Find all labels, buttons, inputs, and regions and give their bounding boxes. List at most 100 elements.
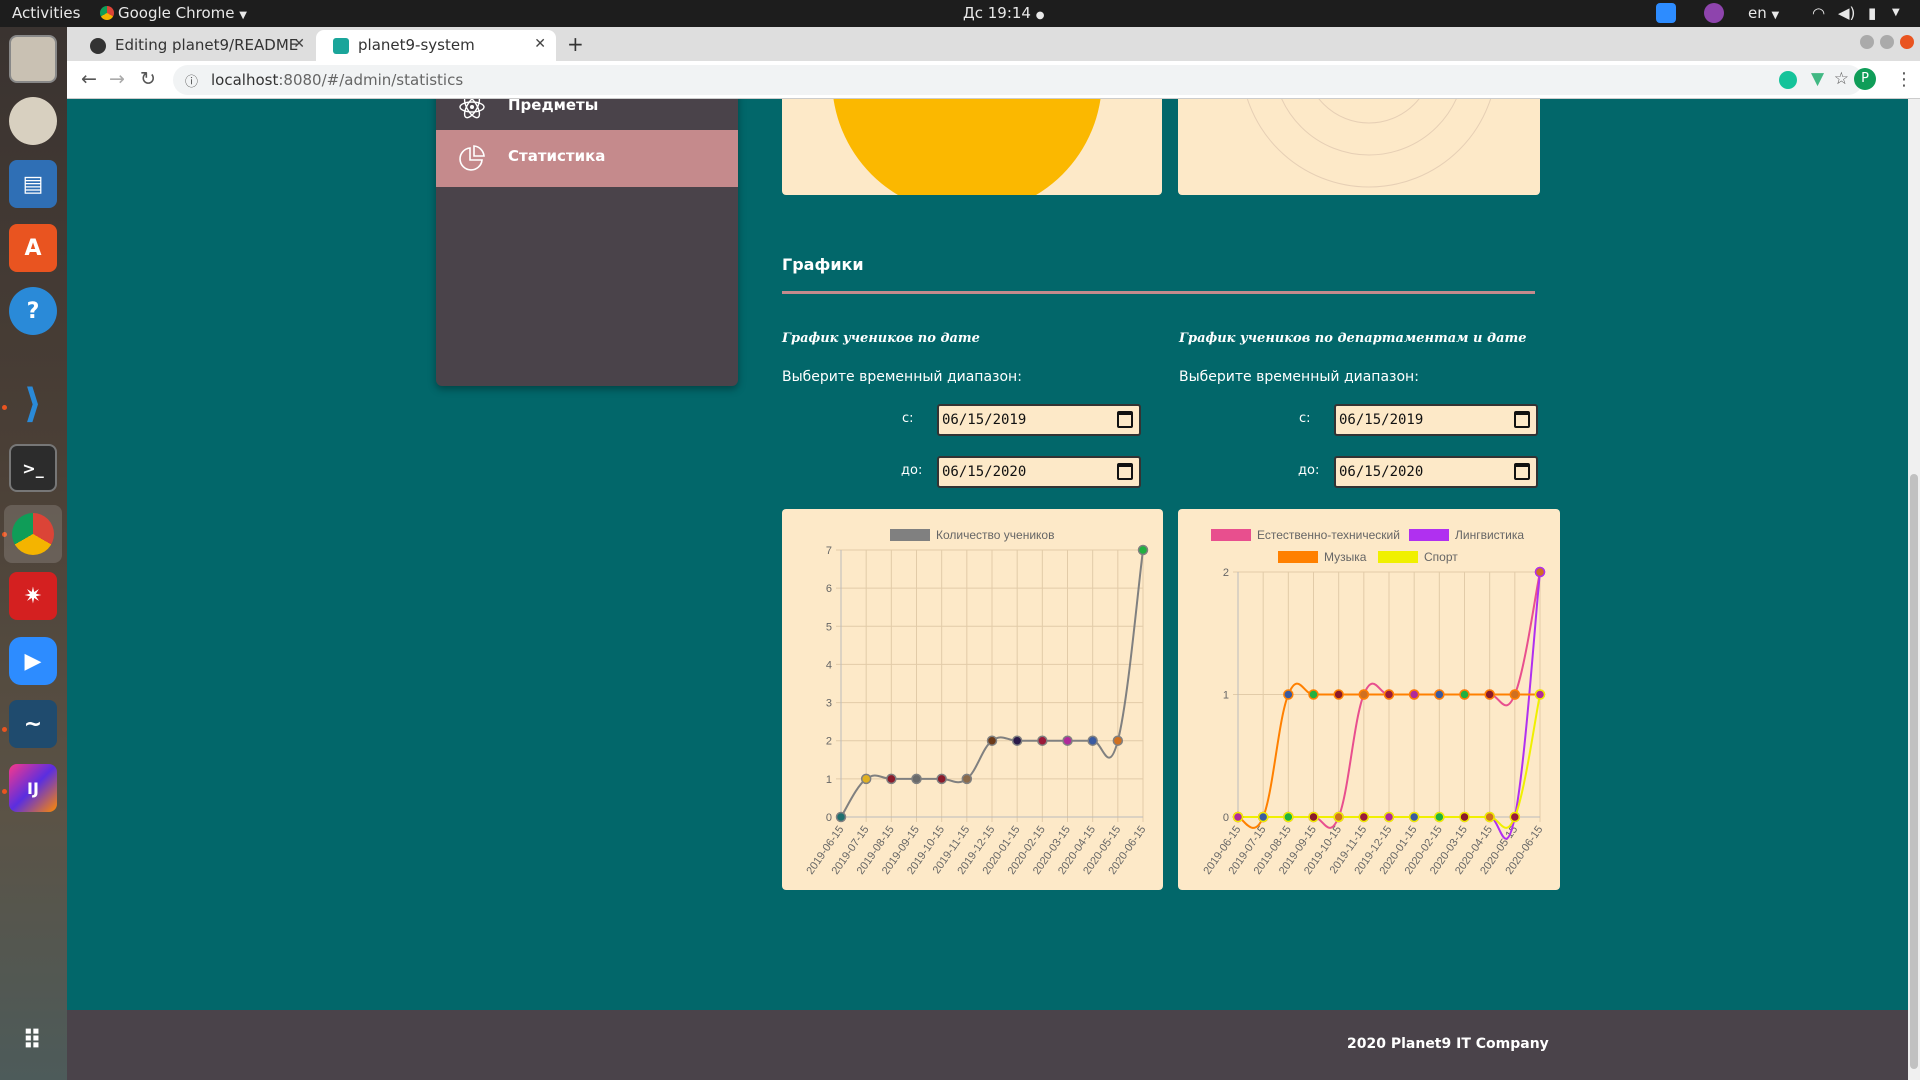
chart2-from-date-input[interactable]: 06/15/2019 xyxy=(1334,404,1538,436)
mysql-workbench-icon[interactable]: ~ xyxy=(9,700,57,748)
chart1-to-date-input[interactable]: 06/15/2020 xyxy=(937,456,1141,488)
footer-copyright: 2020 Planet9 IT Company xyxy=(1347,1036,1549,1052)
data-point xyxy=(1459,689,1470,700)
data-point xyxy=(1062,735,1073,746)
language-label: en xyxy=(1748,4,1767,22)
caret-down-icon: ▼ xyxy=(1771,10,1780,21)
legend-label: Спорт xyxy=(1424,550,1458,564)
data-point xyxy=(1011,735,1023,746)
data-point xyxy=(1283,689,1294,700)
legend-swatch xyxy=(1378,551,1418,563)
forward-icon[interactable]: → xyxy=(109,68,125,90)
close-icon[interactable]: ✕ xyxy=(293,36,305,52)
sidebar-item-label: Статистика xyxy=(508,147,606,165)
sidebar-item-statistics[interactable]: Статистика xyxy=(436,130,738,187)
planet9-favicon-icon xyxy=(333,38,349,54)
data-point xyxy=(1232,811,1244,823)
data-point xyxy=(860,773,872,785)
chart2-range-prompt: Выберите временный диапазон: xyxy=(1179,369,1419,385)
data-point xyxy=(1534,689,1546,700)
chart2-card: 0 1 2 2019-06-15 2019-07-15 2019-08-15 2019-09… xyxy=(1178,509,1560,890)
chart1-from-date-input[interactable]: 06/15/2019 xyxy=(937,404,1141,436)
data-point xyxy=(1509,811,1521,823)
software-center-icon[interactable]: A xyxy=(9,224,57,272)
address-bar[interactable]: ⓘ localhost:8080/#/admin/statistics ☆ xyxy=(173,65,1863,95)
activities-button[interactable]: Activities xyxy=(12,4,80,22)
y-tick-label: 2 xyxy=(826,736,832,748)
zoom-dock-icon[interactable]: ▶ xyxy=(9,637,57,685)
system-top-bar: Activities Google Chrome ▼ Дс 19:14 ● en… xyxy=(0,0,1920,27)
chrome-menu-icon[interactable]: ⋮ xyxy=(1895,69,1913,90)
system-menu-caret-icon[interactable]: ▼ xyxy=(1892,7,1900,18)
y-tick-label: 5 xyxy=(826,621,832,633)
data-point xyxy=(1087,735,1098,746)
clock[interactable]: Дс 19:14 ● xyxy=(963,4,1044,22)
y-tick-label: 0 xyxy=(826,812,832,824)
close-icon[interactable]: ✕ xyxy=(534,36,546,52)
data-point xyxy=(1257,811,1269,823)
legend-label: Музыка xyxy=(1324,550,1367,564)
data-point xyxy=(1358,811,1370,823)
info-icon: ⓘ xyxy=(185,75,199,90)
data-point xyxy=(1308,689,1319,700)
chart2-to-date-input[interactable]: 06/15/2020 xyxy=(1334,456,1538,488)
volume-icon[interactable]: ◀) xyxy=(1838,4,1855,22)
tray-app-icon[interactable] xyxy=(1704,3,1724,23)
admin-sidebar: Предметы Статистика xyxy=(436,99,738,386)
students-by-date-chart: 012345672019-06-152019-07-152019-08-1520… xyxy=(804,528,1148,877)
date-value: 06/15/2020 xyxy=(942,464,1027,480)
rhythmbox-icon[interactable] xyxy=(9,97,57,145)
data-point xyxy=(986,735,998,746)
chart1-from-label: с: xyxy=(902,411,914,426)
data-point xyxy=(1509,689,1521,700)
app-menu-label: Google Chrome xyxy=(118,4,235,22)
maximize-window-icon[interactable] xyxy=(1880,35,1894,49)
writer-icon[interactable]: ▤ xyxy=(9,160,57,208)
data-point xyxy=(911,773,922,785)
chrome-dock-icon[interactable] xyxy=(4,505,62,563)
tab-planet9-system[interactable]: planet9-system ✕ xyxy=(316,30,556,61)
show-apps-icon[interactable]: ⠿ xyxy=(9,1017,57,1065)
url-path: :8080/#/admin/statistics xyxy=(278,71,464,89)
bookmark-star-icon[interactable]: ☆ xyxy=(1834,69,1849,89)
chart1-card: 0 1 2 3 4 5 6 7 2019-06-15 2019-07-15 2019-08-15 20… xyxy=(782,509,1163,890)
legend-swatch xyxy=(1278,551,1318,563)
vscode-icon[interactable]: ⟩ xyxy=(9,380,57,428)
wifi-icon[interactable]: ◠ xyxy=(1812,4,1825,22)
reload-icon[interactable]: ↻ xyxy=(140,68,156,90)
terminal-icon[interactable]: >_ xyxy=(9,444,57,492)
app-menu[interactable]: Google Chrome ▼ xyxy=(100,4,247,22)
url-host: localhost xyxy=(211,71,279,89)
chrome-icon xyxy=(100,6,114,20)
help-icon[interactable]: ? xyxy=(9,287,57,335)
new-tab-icon[interactable]: + xyxy=(567,32,584,56)
calendar-icon[interactable] xyxy=(1117,463,1133,480)
files-icon[interactable] xyxy=(9,35,57,83)
legend-swatch xyxy=(890,529,930,541)
data-point xyxy=(1112,735,1124,746)
section-divider xyxy=(782,291,1535,294)
data-point xyxy=(1408,689,1420,700)
calendar-icon[interactable] xyxy=(1514,411,1530,428)
y-tick-label: 1 xyxy=(1223,690,1229,702)
scrollbar-thumb[interactable] xyxy=(1910,474,1918,1069)
battery-icon[interactable]: ▮ xyxy=(1868,4,1876,22)
language-indicator[interactable]: en ▼ xyxy=(1748,4,1779,22)
grammarly-extension-icon[interactable] xyxy=(1779,71,1797,89)
tab-label: Editing planet9/README xyxy=(115,36,299,54)
tab-editing-readme[interactable]: Editing planet9/README ✕ xyxy=(73,30,315,61)
intellij-icon[interactable]: IJ xyxy=(9,764,57,812)
legend-label: Количество учеников xyxy=(936,528,1054,542)
close-window-icon[interactable] xyxy=(1900,35,1914,49)
profile-avatar[interactable]: P xyxy=(1854,68,1876,90)
wolfram-icon[interactable]: ✷ xyxy=(9,572,57,620)
page-footer: 2020 Planet9 IT Company xyxy=(67,1010,1908,1080)
atom-icon xyxy=(459,99,485,119)
back-icon[interactable]: ← xyxy=(81,68,97,90)
zoom-tray-icon[interactable] xyxy=(1656,3,1676,23)
minimize-window-icon[interactable] xyxy=(1860,35,1874,49)
vue-devtools-icon[interactable]: ▼ xyxy=(1811,69,1824,89)
calendar-icon[interactable] xyxy=(1117,411,1133,428)
calendar-icon[interactable] xyxy=(1514,463,1530,480)
page-scrollbar[interactable] xyxy=(1908,99,1920,1080)
